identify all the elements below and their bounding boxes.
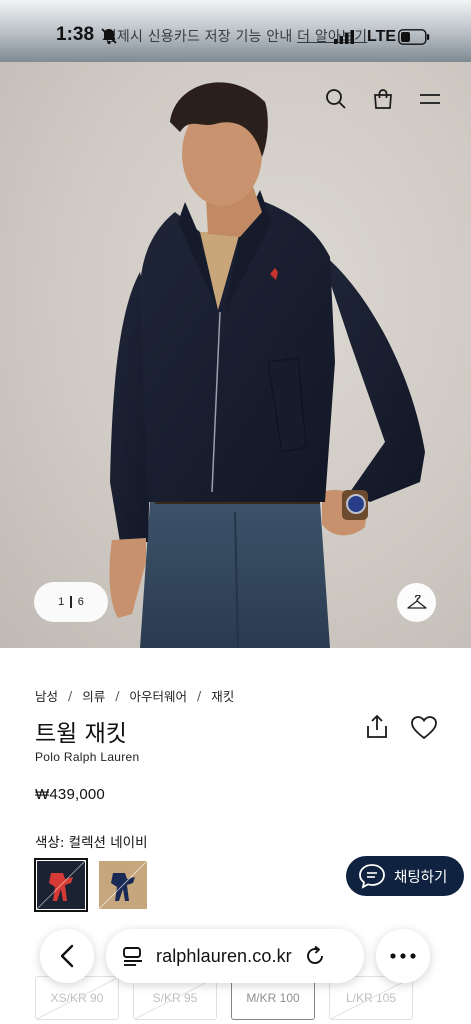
share-icon[interactable] [364,714,390,740]
banner-link[interactable]: 더 알아보기 [297,29,367,45]
page-menu-icon[interactable] [122,946,144,966]
pony-logo-icon [99,861,147,909]
search-icon[interactable] [325,88,347,110]
breadcrumb-item[interactable]: 재킷 [211,686,234,705]
pony-logo-icon [37,861,85,909]
color-label: 색상: 컬렉션 네이비 [35,835,148,851]
status-bar: 결제시 신용카드 저장 기능 안내 더 알아보기 1:38 LTE [0,0,471,62]
color-swatch-tan[interactable] [99,861,147,909]
status-time: 1:38 [56,24,95,45]
product-title: 트윌 재킷 [35,721,127,747]
chat-button-label: 채팅하기 [394,869,448,886]
breadcrumb-item[interactable]: 의류 [82,686,105,705]
pager-total: 6 [77,596,84,608]
chevron-left-icon [60,944,74,968]
browser-url: ralphlauren.co.kr [156,945,292,966]
browser-more-button[interactable] [376,929,430,983]
bell-muted-icon [101,28,117,45]
model-photo [109,82,425,648]
price: ₩439,000 [35,786,105,803]
pager-divider [70,596,72,608]
browser-address-bar[interactable]: ralphlauren.co.kr [106,929,364,983]
shopping-bag-icon[interactable] [372,88,394,110]
heart-icon[interactable] [410,715,438,741]
menu-icon[interactable] [419,88,441,110]
breadcrumb-separator: / [115,688,120,703]
size-option[interactable]: XS/KR 90 [35,976,119,1020]
breadcrumb-separator: / [68,688,73,703]
chat-button[interactable]: 채팅하기 [346,856,464,896]
banner-text: 결제시 신용카드 저장 기능 안내 [103,29,293,45]
breadcrumb-item[interactable]: 아우터웨어 [129,686,187,705]
pager-current: 1 [58,596,65,608]
browser-back-button[interactable] [40,929,94,983]
brand-name: Polo Ralph Lauren [35,750,140,764]
network-type: LTE [367,28,397,45]
hanger-icon [406,594,427,609]
reload-icon[interactable] [304,945,326,967]
image-pager: 1 6 [34,582,108,622]
chat-bubble-icon [359,864,385,889]
battery-icon [398,29,430,45]
signal-icon [334,30,354,44]
breadcrumb: 남성 / 의류 / 아우터웨어 / 재킷 [35,686,234,705]
more-dots-icon [390,953,416,959]
color-swatch-navy[interactable] [34,858,88,912]
breadcrumb-item[interactable]: 남성 [35,686,58,705]
product-hero-image[interactable]: 1 6 [0,62,471,648]
hanger-button[interactable] [397,583,436,622]
breadcrumb-separator: / [196,688,202,703]
